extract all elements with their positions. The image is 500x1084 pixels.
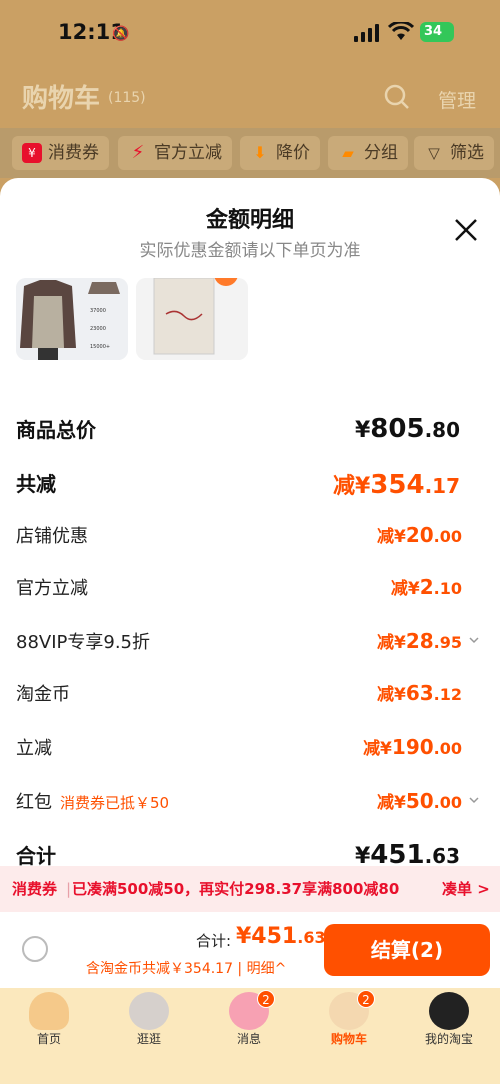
chip-coupon[interactable]: ¥ 消费券 — [12, 136, 109, 170]
amount-row: 商品总价 ¥805.80 — [16, 414, 484, 444]
sheet-title: 金额明细 — [205, 208, 294, 233]
amount-row-value: ¥805.80 — [354, 414, 460, 444]
chip-official-discount[interactable]: ⚡ 官方立减 — [118, 136, 232, 170]
search-icon[interactable] — [384, 84, 410, 110]
tab-home[interactable]: 首页 — [14, 992, 84, 1047]
status-bar: 12:11 🔕 34 — [0, 0, 500, 68]
filter-icon: ▽ — [428, 144, 440, 162]
sheet-subtitle: 实际优惠金额请以下单页为准 — [139, 241, 361, 261]
thumb-tag: 23000 — [90, 326, 106, 332]
chip-group[interactable]: ▰ 分组 — [328, 136, 408, 170]
mute-bell-icon: 🔕 — [112, 26, 130, 42]
tab-label: 我的淘宝 — [424, 1032, 473, 1046]
tab-label: 首页 — [36, 1032, 61, 1046]
checkout-button[interactable]: 结算(2) — [324, 924, 490, 976]
badge: 2 — [257, 990, 275, 1008]
amount-row: 共减 减¥354.17 — [16, 468, 484, 500]
chevron-down-icon[interactable] — [468, 634, 480, 646]
amount-row[interactable]: 88VIP专享9.5折 减¥28.95 — [16, 628, 484, 658]
wifi-icon — [388, 22, 414, 40]
amount-row-value: 减¥2.10 — [390, 575, 462, 599]
amount-row: 立减 减¥190.00 — [16, 734, 484, 764]
amount-row-label: 红包 消费券已抵￥50 — [16, 792, 170, 813]
amount-row-label: 商品总价 — [16, 418, 96, 442]
amount-row-label: 合计 — [16, 844, 56, 868]
amount-row[interactable]: 红包 消费券已抵￥50 减¥50.00 — [16, 788, 484, 818]
promo-text: 已凑满500减50，再实付298.37享满800减80 — [72, 880, 400, 898]
amount-row-value: 减¥20.00 — [376, 523, 462, 547]
book-image — [136, 278, 248, 360]
chip-label: 分组 — [364, 143, 398, 163]
chip-label: 官方立减 — [154, 143, 222, 163]
chip-price-drop[interactable]: ⬇ 降价 — [240, 136, 320, 170]
amount-row: 官方立减 减¥2.10 — [16, 574, 484, 604]
tab-discover[interactable]: 逛逛 — [114, 992, 184, 1047]
battery-icon: 34 — [420, 22, 454, 42]
cart-header: 购物车 (115) 管理 — [0, 68, 500, 128]
home-cat-icon — [29, 992, 69, 1030]
folder-icon: ▰ — [342, 144, 354, 162]
tab-cart[interactable]: 2 购物车 — [314, 990, 384, 1047]
price-down-icon: ⬇ — [253, 143, 267, 162]
amount-row-value: 减¥28.95 — [376, 629, 462, 653]
amount-row: 店铺优惠 减¥20.00 — [16, 522, 484, 552]
promo-banner[interactable]: 消费券 | 已凑满500减50，再实付298.37享满800减80 凑单 > — [0, 866, 500, 912]
tab-messages[interactable]: 2 消息 — [214, 990, 284, 1047]
coupon-icon: ¥ — [22, 143, 42, 163]
amount-row-value: 减¥190.00 — [363, 735, 462, 759]
checkout-bar: 合计: ¥451.63 含淘金币共减￥354.17 | 明细^ 结算(2) — [0, 912, 500, 988]
lightning-icon: ⚡ — [131, 142, 145, 163]
amount-row-value: 减¥50.00 — [376, 789, 462, 813]
messages-pig-icon: 2 — [229, 990, 275, 1030]
chip-label: 降价 — [276, 143, 310, 163]
chip-label: 消费券 — [48, 143, 99, 163]
promo-divider: | — [66, 880, 72, 898]
amount-row-label: 淘金币 — [16, 684, 70, 705]
tab-label: 消息 — [236, 1032, 261, 1046]
tab-label: 购物车 — [330, 1032, 367, 1046]
tab-label: 逛逛 — [136, 1032, 161, 1046]
chip-label: 筛选 — [450, 143, 484, 163]
amount-row-label: 店铺优惠 — [16, 526, 88, 547]
product-thumb-book[interactable] — [136, 278, 248, 360]
badge: 2 — [357, 990, 375, 1008]
page-title: 购物车 — [22, 84, 101, 114]
cart-shiba-icon: 2 — [329, 990, 375, 1030]
close-icon[interactable] — [452, 216, 480, 244]
thumb-tag: 37000 — [90, 308, 106, 314]
total-amount: ¥451.63 — [236, 924, 326, 949]
tab-my-taobao[interactable]: 我的淘宝 — [414, 992, 484, 1047]
amount-row-label: 88VIP专享9.5折 — [16, 632, 151, 653]
discount-summary-link[interactable]: 含淘金币共减￥354.17 | 明细^ — [86, 958, 286, 978]
product-thumb-jacket[interactable]: 37000 23000 15000+ — [16, 278, 128, 360]
profile-avatar-icon — [429, 992, 469, 1030]
thumb-tag: 15000+ — [90, 344, 110, 350]
amount-row-label: 立减 — [16, 738, 52, 759]
discover-cat-icon — [129, 992, 169, 1030]
manage-button[interactable]: 管理 — [438, 86, 476, 113]
amount-detail-sheet: 金额明细 实际优惠金额请以下单页为准 37000 23000 15000+ 商品… — [0, 178, 500, 986]
bottom-tab-bar: 首页 逛逛 2 消息 2 购物车 我的淘宝 — [0, 988, 500, 1084]
promo-tag: 消费券 — [12, 880, 58, 898]
amount-row-value: 减¥354.17 — [332, 470, 460, 500]
amount-row-note: 消费券已抵￥50 — [60, 794, 170, 812]
signal-icon — [354, 22, 379, 42]
chevron-down-icon[interactable] — [468, 794, 480, 806]
total-label: 合计: — [196, 932, 232, 950]
chip-filter[interactable]: ▽ 筛选 — [414, 136, 494, 170]
cart-count: (115) — [108, 90, 146, 106]
jacket-image: 37000 23000 15000+ — [16, 278, 128, 360]
amount-row-label: 官方立减 — [16, 578, 88, 599]
amount-row-label: 共减 — [16, 472, 56, 496]
filter-chips: ¥ 消费券 ⚡ 官方立减 ⬇ 降价 ▰ 分组 ▽ 筛选 — [0, 128, 500, 178]
amount-row-value: 减¥63.12 — [376, 681, 462, 705]
add-items-link[interactable]: 凑单 > — [442, 866, 490, 912]
amount-row: 淘金币 减¥63.12 — [16, 680, 484, 710]
select-all-radio[interactable] — [22, 936, 48, 962]
